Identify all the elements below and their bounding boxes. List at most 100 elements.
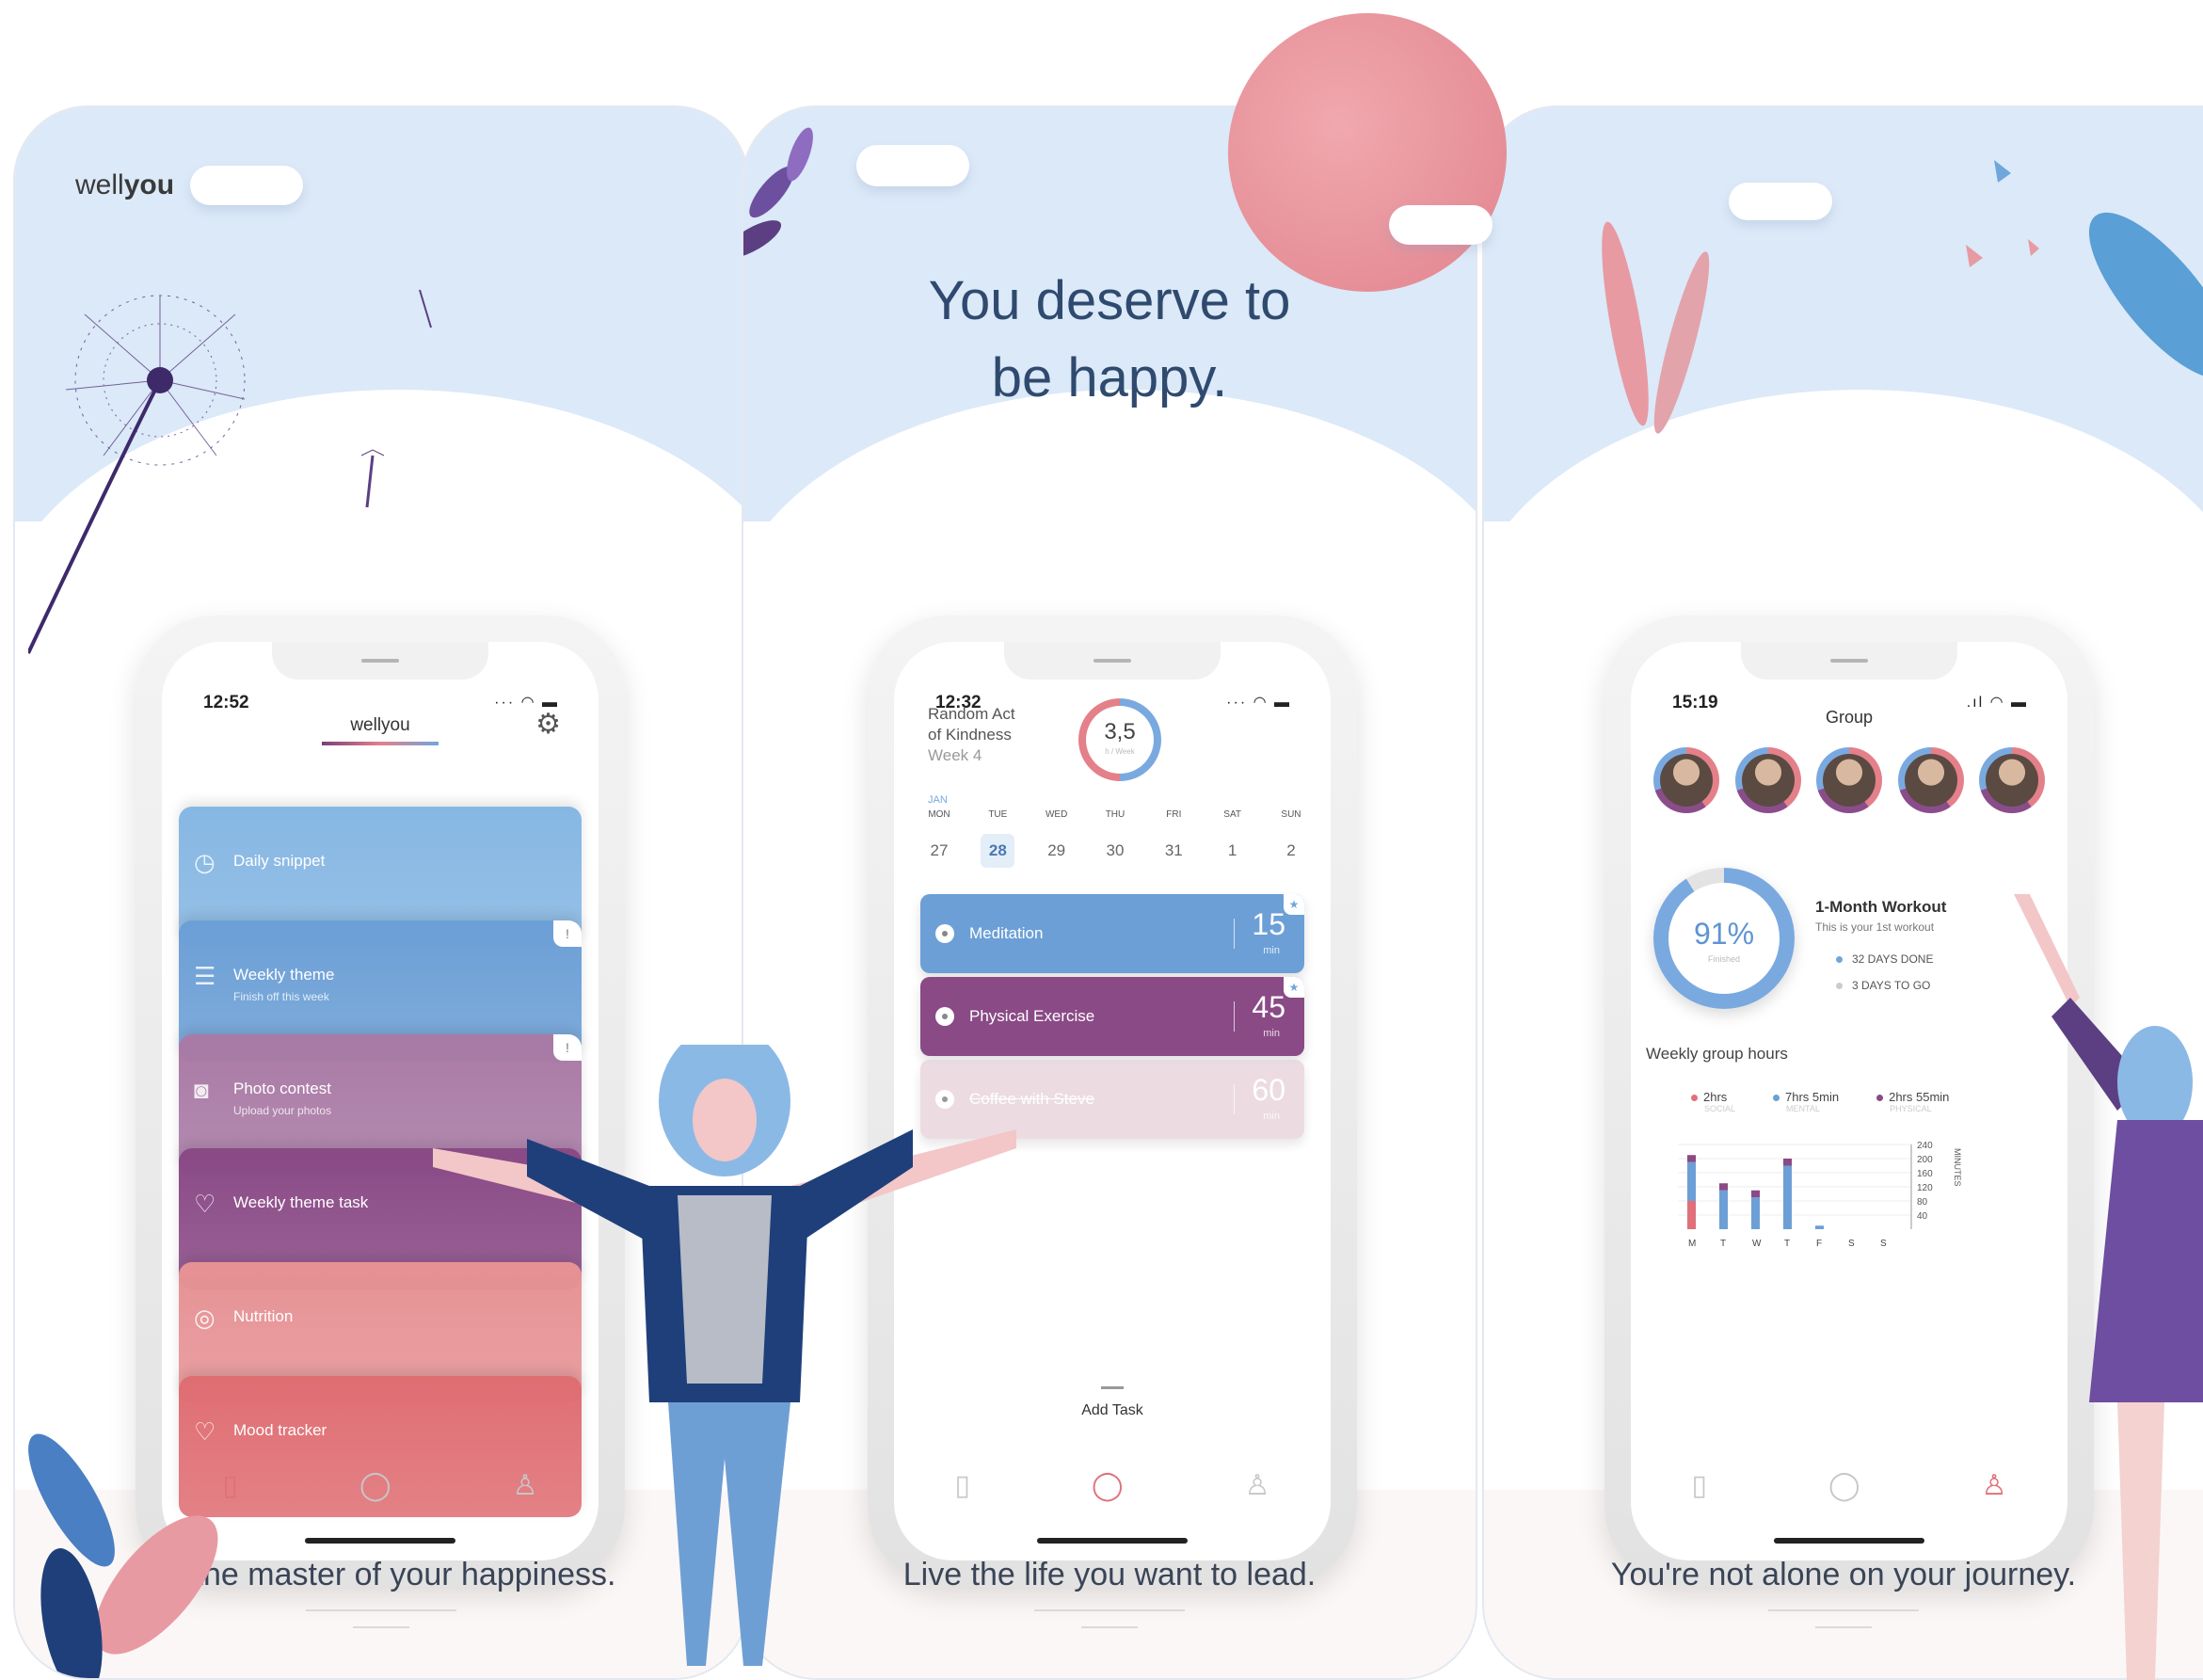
legend-item: 2hrs 55min PHYSICAL bbox=[1876, 1090, 1949, 1113]
y-axis-label: MINUTES bbox=[1953, 1148, 1962, 1187]
caption-divider bbox=[1815, 1626, 1872, 1628]
avatar[interactable] bbox=[1653, 747, 1719, 813]
card-subtitle: Finish off this week bbox=[233, 990, 329, 1003]
date-cell[interactable]: 1 bbox=[1216, 834, 1250, 868]
tab-group-icon[interactable]: ♙ bbox=[1982, 1469, 2007, 1502]
weekday-label: THU bbox=[1105, 809, 1125, 820]
tab-tasks-icon[interactable]: ◯ bbox=[1092, 1469, 1124, 1502]
document-icon: ☰ bbox=[194, 962, 216, 990]
days-to-go: 3 DAYS TO GO bbox=[1836, 979, 1930, 992]
date-cell[interactable]: 2 bbox=[1274, 834, 1308, 868]
target-icon: ◎ bbox=[194, 1304, 216, 1332]
avatar[interactable] bbox=[1734, 747, 1801, 813]
avatar[interactable] bbox=[1816, 747, 1882, 813]
goal-week: Week 4 bbox=[928, 746, 982, 764]
avatar[interactable] bbox=[1979, 747, 2045, 813]
legend-value: 2hrs bbox=[1703, 1090, 1728, 1104]
hours-unit: h / Week bbox=[1105, 747, 1135, 756]
days-done: 32 DAYS DONE bbox=[1836, 952, 1933, 966]
tab-tasks-icon[interactable]: ◯ bbox=[359, 1469, 391, 1502]
cloud-icon bbox=[190, 166, 303, 205]
card-title: Mood tracker bbox=[233, 1421, 327, 1439]
date-cell[interactable]: 29 bbox=[1040, 834, 1074, 868]
weekly-hours-title: Weekly group hours bbox=[1646, 1045, 1788, 1063]
x-tick-label: W bbox=[1752, 1239, 1762, 1249]
x-tick-label: F bbox=[1816, 1239, 1822, 1249]
x-tick-label: T bbox=[1784, 1239, 1790, 1249]
weekday-label: FRI bbox=[1166, 809, 1182, 820]
bar-segment bbox=[1687, 1201, 1696, 1229]
clock-icon: ◷ bbox=[194, 848, 216, 876]
task-minutes: 15 bbox=[1252, 907, 1285, 941]
x-tick-label: M bbox=[1688, 1239, 1696, 1249]
divider bbox=[1234, 919, 1235, 949]
date-cell[interactable]: 31 bbox=[1157, 834, 1190, 868]
bar-segment bbox=[1719, 1183, 1728, 1191]
y-tick-label: 80 bbox=[1917, 1197, 1928, 1208]
home-indicator bbox=[1037, 1538, 1188, 1544]
woman-illustration bbox=[433, 1045, 1016, 1666]
weekday-label: SUN bbox=[1281, 809, 1301, 820]
legend-name: PHYSICAL bbox=[1890, 1104, 1932, 1113]
legend-item: 2hrs SOCIAL bbox=[1691, 1090, 1735, 1113]
bar-segment bbox=[1687, 1161, 1696, 1201]
tab-group-icon[interactable]: ♙ bbox=[1245, 1469, 1270, 1502]
task-card[interactable]: Meditation 15 min ★ bbox=[920, 894, 1304, 973]
weekday-label: SAT bbox=[1223, 809, 1241, 820]
weekday-label: TUE bbox=[988, 809, 1008, 820]
tab-journal-icon[interactable]: ▯ bbox=[1692, 1469, 1708, 1502]
divider bbox=[1234, 1001, 1235, 1032]
bar-segment bbox=[1751, 1197, 1760, 1229]
legend-item: 7hrs 5min MENTAL bbox=[1773, 1090, 1839, 1113]
legend-dot bbox=[1773, 1095, 1780, 1102]
bar-segment bbox=[1687, 1155, 1696, 1162]
workout-title: 1-Month Workout bbox=[1815, 898, 1947, 916]
bar-segment bbox=[1815, 1225, 1824, 1229]
cloud-icon bbox=[856, 145, 969, 186]
bar-segment bbox=[1751, 1190, 1760, 1198]
camera-icon: ◙ bbox=[194, 1076, 209, 1104]
phone-screen: 15:19 .ıl ◠ ▬ Group 91% Finished 1-Month… bbox=[1631, 642, 2067, 1560]
workout-subtitle: This is your 1st workout bbox=[1815, 920, 1935, 934]
leaf-icon bbox=[2088, 212, 2203, 379]
weekly-hours-chart: 240 200 160 120 80 40 MINUTES M T W T F S S bbox=[1678, 1141, 1962, 1249]
status-time: 12:52 bbox=[203, 693, 249, 712]
task-unit: min bbox=[1263, 1111, 1280, 1122]
divider bbox=[1234, 1084, 1235, 1114]
task-minutes: 60 bbox=[1252, 1073, 1285, 1107]
weekday-label: WED bbox=[1045, 809, 1068, 820]
y-tick-label: 160 bbox=[1917, 1169, 1933, 1179]
y-tick-label: 200 bbox=[1917, 1155, 1933, 1165]
date-cell[interactable]: 27 bbox=[922, 834, 956, 868]
card-title: Nutrition bbox=[233, 1307, 294, 1325]
check-icon[interactable] bbox=[935, 924, 954, 943]
phone-notch bbox=[272, 642, 488, 680]
bar-segment bbox=[1783, 1165, 1792, 1229]
cloud-icon bbox=[1729, 183, 1832, 220]
woman-pointing-illustration bbox=[2014, 894, 2203, 1680]
heart-icon: ♡ bbox=[194, 1190, 216, 1218]
legend-value: 7hrs 5min bbox=[1785, 1090, 1840, 1104]
task-minutes: 45 bbox=[1252, 990, 1285, 1024]
phone-notch bbox=[1004, 642, 1221, 680]
status-icons: ··· ◠ ▬ bbox=[1226, 695, 1291, 711]
card-title: Weekly theme bbox=[233, 966, 335, 984]
drawer-handle[interactable] bbox=[1101, 1386, 1124, 1389]
tab-tasks-icon[interactable]: ◯ bbox=[1828, 1469, 1860, 1502]
date-cell[interactable]: 28 bbox=[981, 834, 1015, 868]
caption-divider bbox=[1768, 1609, 1919, 1611]
avatar[interactable] bbox=[1897, 747, 1964, 813]
wellyou-logo: wellyou bbox=[75, 169, 175, 200]
gear-icon[interactable]: ⚙ bbox=[535, 708, 561, 741]
group-title: Group bbox=[1825, 708, 1874, 727]
days-to-go-label: 3 DAYS TO GO bbox=[1852, 979, 1931, 992]
x-tick-label: S bbox=[1848, 1239, 1855, 1249]
card-title: Weekly theme task bbox=[233, 1193, 369, 1211]
cloud-icon bbox=[1389, 205, 1493, 245]
date-cell[interactable]: 30 bbox=[1098, 834, 1132, 868]
check-icon[interactable] bbox=[935, 1007, 954, 1026]
legend-name: SOCIAL bbox=[1704, 1104, 1736, 1113]
chart-legend: 2hrs SOCIAL 7hrs 5min MENTAL 2hrs 55min PHYSI… bbox=[1691, 1090, 1949, 1113]
progress-label: Finished bbox=[1707, 954, 1741, 964]
legend-name: MENTAL bbox=[1786, 1104, 1820, 1113]
